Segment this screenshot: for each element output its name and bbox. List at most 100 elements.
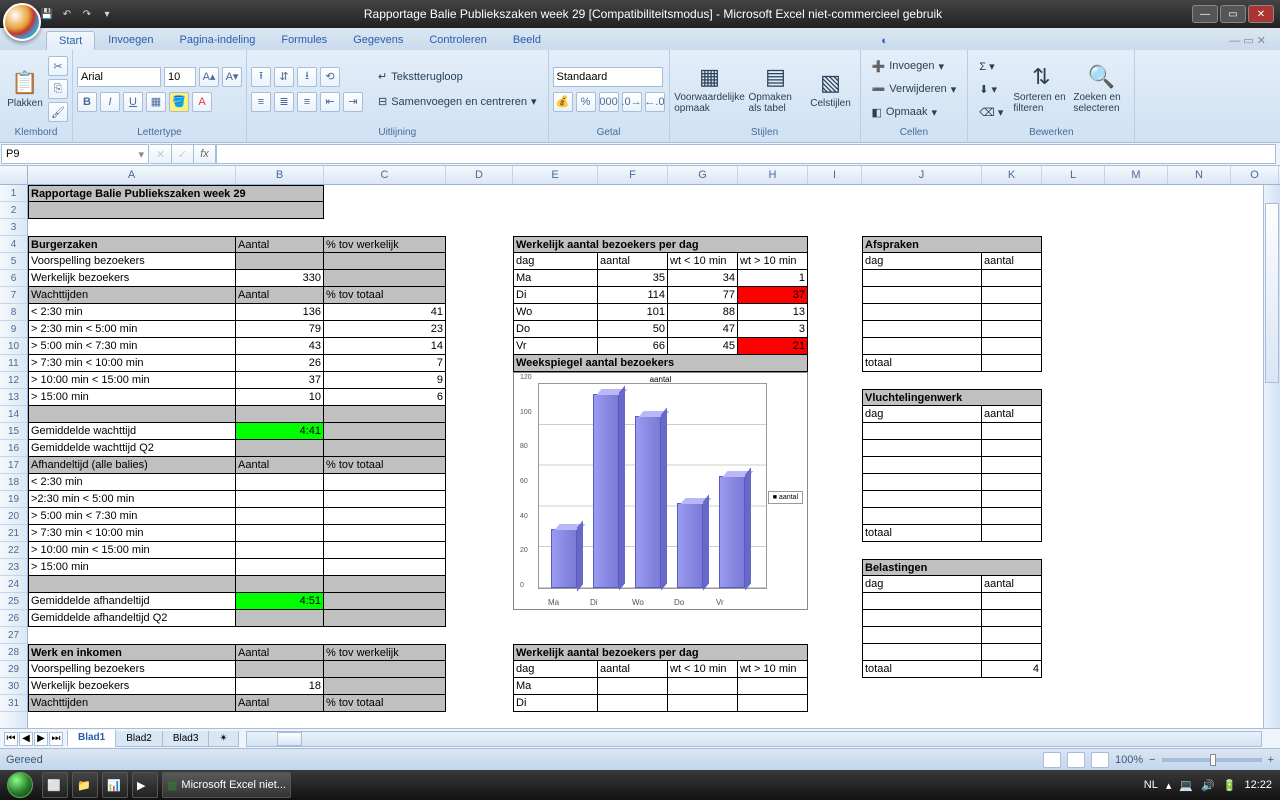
- tray-chevron-icon[interactable]: ▴: [1166, 779, 1172, 792]
- comma-icon[interactable]: 000: [599, 92, 619, 112]
- cell[interactable]: [236, 610, 324, 627]
- cell[interactable]: [862, 423, 982, 440]
- cell[interactable]: [738, 695, 808, 712]
- cell[interactable]: 4: [982, 661, 1042, 678]
- cell[interactable]: [862, 610, 982, 627]
- normal-view-icon[interactable]: [1043, 752, 1061, 768]
- row-header[interactable]: 11: [0, 355, 27, 372]
- col-header[interactable]: O: [1231, 166, 1279, 184]
- insert-cells-button[interactable]: ➕Invoegen▾: [865, 56, 964, 76]
- cell[interactable]: wt > 10 min: [738, 253, 808, 270]
- start-button[interactable]: [0, 770, 40, 800]
- row-header[interactable]: 27: [0, 627, 27, 644]
- cell[interactable]: [862, 644, 982, 661]
- cell[interactable]: [862, 508, 982, 525]
- tab-beeld[interactable]: Beeld: [500, 30, 554, 50]
- col-header[interactable]: N: [1168, 166, 1231, 184]
- align-bottom-icon[interactable]: ⭳: [297, 67, 317, 87]
- cell[interactable]: [982, 508, 1042, 525]
- cell[interactable]: Burgerzaken: [28, 236, 236, 253]
- tab-invoegen[interactable]: Invoegen: [95, 30, 166, 50]
- cell[interactable]: Do: [513, 321, 598, 338]
- format-as-table-button[interactable]: ▤Opmaken als tabel: [748, 56, 804, 122]
- cell[interactable]: [982, 644, 1042, 661]
- cell[interactable]: > 7:30 min < 10:00 min: [28, 355, 236, 372]
- pagebreak-view-icon[interactable]: [1091, 752, 1109, 768]
- cell[interactable]: Ma: [513, 270, 598, 287]
- cell[interactable]: [598, 678, 668, 695]
- conditional-formatting-button[interactable]: ▦Voorwaardelijke opmaak: [674, 56, 746, 122]
- sheet-nav-last-icon[interactable]: ⏭: [49, 732, 63, 746]
- align-left-icon[interactable]: ≡: [251, 92, 271, 112]
- row-header[interactable]: 2: [0, 202, 27, 219]
- cell[interactable]: 4:41: [236, 423, 324, 440]
- cell[interactable]: Gemiddelde afhandeltijd Q2: [28, 610, 236, 627]
- save-icon[interactable]: 💾: [40, 7, 54, 21]
- help-icon[interactable]: ◐: [875, 32, 894, 50]
- underline-button[interactable]: U: [123, 92, 143, 112]
- cell[interactable]: Rapportage Balie Publiekszaken week 29: [28, 185, 324, 202]
- qat-more-icon[interactable]: ▾: [100, 7, 114, 21]
- close-button[interactable]: ✕: [1248, 5, 1274, 23]
- cell[interactable]: [324, 610, 446, 627]
- worksheet-grid[interactable]: ABCDEFGHIJKLMNO 123456789101112131415161…: [0, 166, 1280, 728]
- cell[interactable]: 34: [668, 270, 738, 287]
- select-all-corner[interactable]: [0, 166, 28, 184]
- cell[interactable]: 1: [738, 270, 808, 287]
- format-painter-icon[interactable]: 🖌: [48, 102, 68, 122]
- indent-dec-icon[interactable]: ⇤: [320, 92, 340, 112]
- cell[interactable]: > 2:30 min < 5:00 min: [28, 321, 236, 338]
- col-header[interactable]: K: [982, 166, 1042, 184]
- enter-fx-icon[interactable]: ✓: [172, 144, 194, 164]
- cell[interactable]: Aantal: [236, 695, 324, 712]
- cell[interactable]: Wachttijden: [28, 287, 236, 304]
- cell[interactable]: Werkelijk bezoekers: [28, 678, 236, 695]
- cell[interactable]: Werkelijk bezoekers: [28, 270, 236, 287]
- cell[interactable]: < 2:30 min: [28, 474, 236, 491]
- dec-decimal-icon[interactable]: ←.0: [645, 92, 665, 112]
- align-middle-icon[interactable]: ⇵: [274, 67, 294, 87]
- row-header[interactable]: 3: [0, 219, 27, 236]
- find-select-button[interactable]: 🔍Zoeken en selecteren: [1072, 56, 1130, 122]
- align-right-icon[interactable]: ≡: [297, 92, 317, 112]
- cell[interactable]: [982, 321, 1042, 338]
- cell[interactable]: [236, 661, 324, 678]
- cell[interactable]: dag: [513, 253, 598, 270]
- row-header[interactable]: 10: [0, 338, 27, 355]
- cell[interactable]: [324, 525, 446, 542]
- fill-color-button[interactable]: 🪣: [169, 92, 189, 112]
- cell[interactable]: [236, 525, 324, 542]
- taskbar-item[interactable]: ▶: [132, 772, 158, 798]
- cell[interactable]: dag: [862, 253, 982, 270]
- cell[interactable]: > 7:30 min < 10:00 min: [28, 525, 236, 542]
- row-header[interactable]: 6: [0, 270, 27, 287]
- cell[interactable]: Ma: [513, 678, 598, 695]
- shrink-font-icon[interactable]: A▾: [222, 67, 242, 87]
- cell[interactable]: dag: [862, 406, 982, 423]
- sheet-nav-first-icon[interactable]: ⏮: [4, 732, 18, 746]
- sheet-nav-next-icon[interactable]: ▶: [34, 732, 48, 746]
- maximize-button[interactable]: ▭: [1220, 5, 1246, 23]
- cell[interactable]: Afspraken: [862, 236, 1042, 253]
- cell[interactable]: [862, 270, 982, 287]
- tab-formules[interactable]: Formules: [268, 30, 340, 50]
- cell[interactable]: 37: [236, 372, 324, 389]
- cell[interactable]: [324, 253, 446, 270]
- cell[interactable]: > 5:00 min < 7:30 min: [28, 338, 236, 355]
- cell[interactable]: 88: [668, 304, 738, 321]
- row-header[interactable]: 31: [0, 695, 27, 712]
- cell[interactable]: Vr: [513, 338, 598, 355]
- tab-controleren[interactable]: Controleren: [416, 30, 499, 50]
- cell[interactable]: [982, 287, 1042, 304]
- cell[interactable]: [862, 338, 982, 355]
- cell[interactable]: [28, 576, 236, 593]
- sheet-tab-2[interactable]: Blad2: [115, 731, 163, 747]
- cell[interactable]: [324, 423, 446, 440]
- cell[interactable]: [982, 304, 1042, 321]
- cell[interactable]: [982, 440, 1042, 457]
- zoom-out-icon[interactable]: −: [1149, 754, 1155, 766]
- cell[interactable]: [324, 542, 446, 559]
- row-header[interactable]: 12: [0, 372, 27, 389]
- cell[interactable]: [324, 270, 446, 287]
- cell[interactable]: [236, 406, 324, 423]
